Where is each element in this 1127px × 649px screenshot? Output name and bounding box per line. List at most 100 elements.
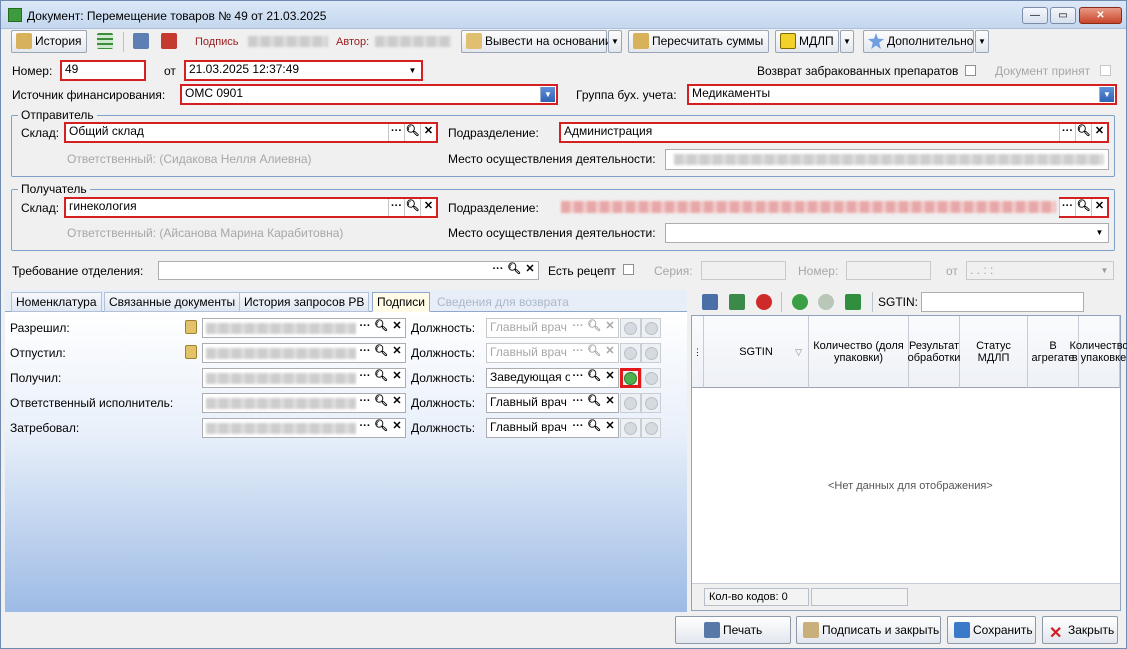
receiver-dept-field[interactable]: ··· 🔍︎ ✕ (559, 197, 1109, 218)
close-button[interactable]: ✕ Закрыть (1042, 616, 1118, 644)
browse-icon[interactable]: ··· (357, 394, 373, 412)
save-button[interactable]: Сохранить (947, 616, 1036, 644)
mdlp-dropdown[interactable]: ▼ (840, 30, 854, 53)
signer-field[interactable]: ··· 🔍︎ ✕ (202, 343, 406, 363)
browse-icon[interactable]: ··· (570, 369, 586, 387)
clear-icon[interactable]: ✕ (1091, 124, 1107, 141)
reload-icon[interactable] (818, 294, 834, 310)
filter-icon[interactable]: ▽ (795, 346, 802, 358)
clear-icon[interactable]: ✕ (602, 319, 618, 337)
search-icon[interactable]: 🔍︎ (586, 344, 602, 362)
maximize-button[interactable]: ▭ (1050, 7, 1076, 24)
browse-icon[interactable]: ··· (490, 262, 506, 279)
search-icon[interactable]: 🔍︎ (586, 394, 602, 412)
tab-related-docs[interactable]: Связанные документы (104, 292, 241, 312)
browse-icon[interactable]: ··· (1059, 124, 1075, 141)
signer-field[interactable]: ··· 🔍︎ ✕ (202, 318, 406, 338)
search-icon[interactable]: 🔍︎ (506, 262, 522, 279)
search-icon[interactable]: 🔍︎ (373, 419, 389, 437)
position-field[interactable]: Главный врач ··· 🔍︎ ✕ (486, 393, 619, 413)
position-field[interactable]: Заведующая от ··· 🔍︎ ✕ (486, 368, 619, 388)
sign-close-button[interactable]: Подписать и закрыть (796, 616, 941, 644)
chevron-down-icon[interactable]: ▼ (1092, 225, 1107, 240)
sender-dept-field[interactable]: Администрация ··· 🔍︎ ✕ (559, 122, 1109, 143)
chevron-down-icon[interactable]: ▼ (1097, 263, 1112, 278)
source-select[interactable]: ОМС 0901 ▼ (180, 84, 558, 105)
tab-signatures[interactable]: Подписи (372, 292, 430, 312)
col-mdlp-status[interactable]: Статус МДЛП (960, 316, 1028, 388)
browse-icon[interactable]: ··· (570, 394, 586, 412)
position-field[interactable]: Главный врач ··· 🔍︎ ✕ (486, 318, 619, 338)
signer-field[interactable]: ··· 🔍︎ ✕ (202, 393, 406, 413)
date-field[interactable]: 21.03.2025 12:37:49 ▼ (184, 60, 423, 81)
col-sgtin[interactable]: SGTIN ▽ (704, 316, 809, 388)
search-icon[interactable]: 🔍︎ (373, 369, 389, 387)
history-button[interactable]: История (11, 30, 87, 53)
sign-download-button[interactable] (641, 343, 661, 363)
series-field[interactable] (701, 261, 786, 280)
browse-icon[interactable]: ··· (570, 319, 586, 337)
sign-confirm-button[interactable] (620, 393, 641, 413)
browse-icon[interactable]: ··· (357, 419, 373, 437)
browse-icon[interactable]: ··· (388, 199, 404, 216)
req-date-field[interactable]: . . : : ▼ (966, 261, 1114, 280)
create-basis-dropdown[interactable]: ▼ (608, 30, 622, 53)
clear-icon[interactable]: ✕ (389, 319, 405, 337)
refresh-icon[interactable] (792, 294, 808, 310)
list-icon[interactable] (702, 294, 718, 310)
search-icon[interactable]: 🔍︎ (586, 419, 602, 437)
sign-check-icon[interactable] (133, 33, 151, 51)
stop-icon[interactable] (756, 294, 772, 310)
tab-nomenclature[interactable]: Номенклатура (11, 292, 102, 312)
import-icon[interactable] (729, 294, 745, 310)
col-result[interactable]: Результат обработки (908, 316, 960, 388)
acc-group-select[interactable]: Медикаменты ▼ (687, 84, 1117, 105)
sign-confirm-button[interactable] (620, 418, 641, 438)
sign-confirm-button[interactable] (620, 343, 641, 363)
create-basis-button[interactable]: Вывести на основании (461, 30, 612, 53)
sender-warehouse-field[interactable]: Общий склад ··· 🔍︎ ✕ (64, 122, 438, 143)
clear-icon[interactable]: ✕ (1091, 199, 1107, 216)
search-icon[interactable]: 🔍︎ (1075, 199, 1091, 216)
minimize-button[interactable]: — (1022, 7, 1048, 24)
position-field[interactable]: Главный врач ··· 🔍︎ ✕ (486, 343, 619, 363)
excel-icon[interactable] (845, 294, 861, 310)
sign-download-button[interactable] (641, 318, 661, 338)
doc-accepted-checkbox[interactable] (1100, 65, 1111, 76)
browse-icon[interactable]: ··· (357, 344, 373, 362)
source-dropdown-icon[interactable]: ▼ (540, 87, 555, 102)
clear-icon[interactable]: ✕ (420, 199, 436, 216)
mdlp-button[interactable]: МДЛП (775, 30, 839, 53)
clear-icon[interactable]: ✕ (389, 344, 405, 362)
search-icon[interactable]: 🔍︎ (373, 394, 389, 412)
table-icon[interactable] (97, 33, 115, 51)
browse-icon[interactable]: ··· (357, 369, 373, 387)
sign-download-button[interactable] (641, 393, 661, 413)
close-window-button[interactable]: ✕ (1079, 7, 1122, 24)
search-icon[interactable]: 🔍︎ (586, 369, 602, 387)
sign-confirm-button[interactable] (620, 318, 641, 338)
sgtin-input[interactable] (921, 292, 1084, 312)
search-icon[interactable]: 🔍︎ (373, 319, 389, 337)
more-dropdown[interactable]: ▼ (975, 30, 989, 53)
clear-icon[interactable]: ✕ (389, 369, 405, 387)
clear-icon[interactable]: ✕ (389, 419, 405, 437)
print-button[interactable]: Печать (675, 616, 791, 644)
sender-place-field[interactable] (665, 149, 1109, 170)
browse-icon[interactable]: ··· (570, 419, 586, 437)
browse-icon[interactable]: ··· (388, 124, 404, 141)
search-icon[interactable]: 🔍︎ (404, 124, 420, 141)
signer-field[interactable]: ··· 🔍︎ ✕ (202, 418, 406, 438)
return-rejected-checkbox[interactable] (965, 65, 976, 76)
req-number-field[interactable] (846, 261, 931, 280)
browse-icon[interactable]: ··· (570, 344, 586, 362)
sign-download-button[interactable] (641, 368, 661, 388)
position-field[interactable]: Главный врач ··· 🔍︎ ✕ (486, 418, 619, 438)
tab-rv-history[interactable]: История запросов РВ (239, 292, 370, 312)
clear-icon[interactable]: ✕ (602, 394, 618, 412)
clear-icon[interactable]: ✕ (602, 369, 618, 387)
clear-icon[interactable]: ✕ (420, 124, 436, 141)
sign-confirm-button[interactable] (620, 368, 641, 388)
clear-icon[interactable]: ✕ (389, 394, 405, 412)
receiver-place-select[interactable]: ▼ (665, 223, 1109, 243)
